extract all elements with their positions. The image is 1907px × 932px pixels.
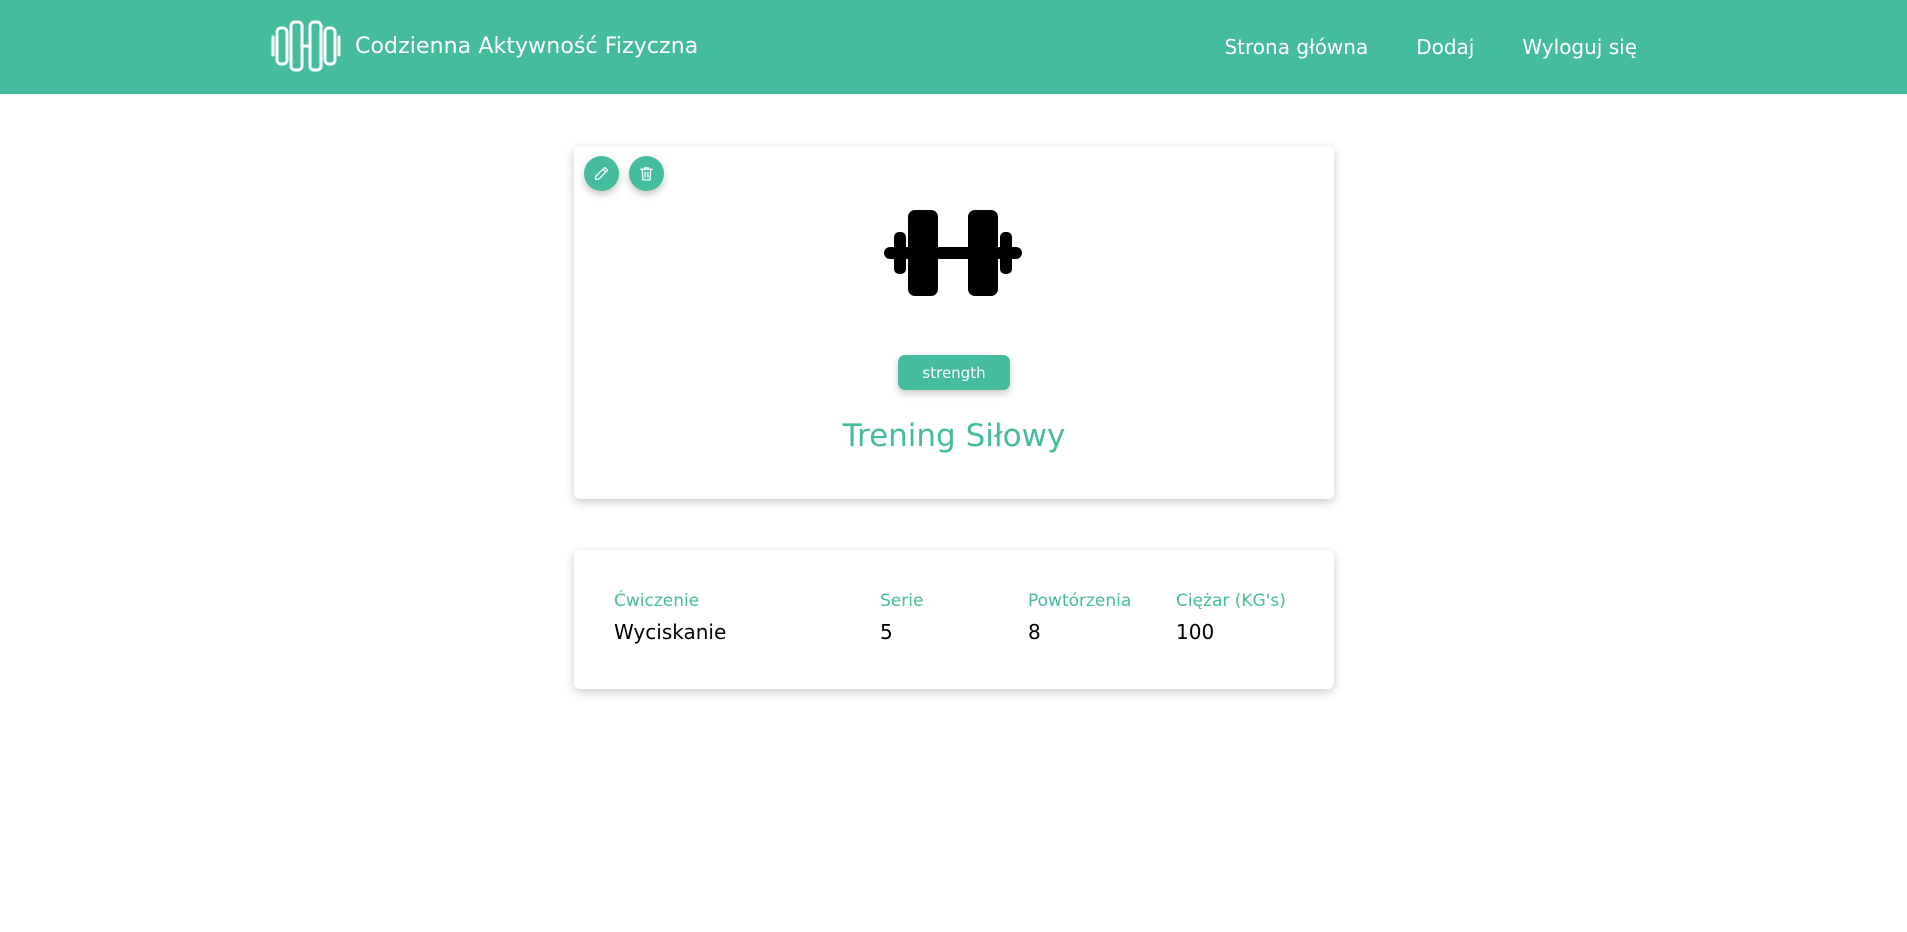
column-weight: Ciężar (KG's) 100: [1176, 590, 1286, 644]
workout-title: Trening Siłowy: [842, 418, 1066, 454]
delete-button[interactable]: [629, 156, 664, 191]
brand-title: Codzienna Aktywność Fizyczna: [355, 33, 699, 59]
category-badge: strength: [898, 355, 1010, 390]
column-header: Powtórzenia: [1028, 591, 1132, 611]
edit-button[interactable]: [584, 156, 619, 191]
dumbbell-outline-icon: [271, 20, 341, 72]
column-header: Ciężar (KG's): [1176, 591, 1286, 611]
dumbbell-icon: [884, 210, 1022, 296]
nav-link-logout[interactable]: Wyloguj się: [1522, 35, 1637, 59]
exercise-table: Ćwiczenie Wyciskanie Serie 5 Powtórzenia…: [574, 550, 1334, 689]
brand[interactable]: Codzienna Aktywność Fizyczna: [271, 20, 698, 72]
trash-icon: [640, 167, 653, 181]
column-exercise: Ćwiczenie Wyciskanie: [614, 590, 726, 644]
weight-value: 100: [1176, 620, 1215, 644]
column-reps: Powtórzenia 8: [1028, 590, 1131, 644]
column-header: Ćwiczenie: [614, 591, 700, 611]
nav-links: Strona główna Dodaj Wyloguj się: [1176, 0, 1637, 94]
workout-card: strength Trening Siłowy: [574, 146, 1334, 499]
exercise-name: Wyciskanie: [614, 620, 727, 644]
reps-value: 8: [1028, 620, 1041, 644]
sets-value: 5: [880, 620, 893, 644]
column-sets: Serie 5: [880, 590, 923, 644]
pencil-icon: [594, 166, 609, 181]
nav-link-home[interactable]: Strona główna: [1224, 35, 1368, 59]
top-navbar: Codzienna Aktywność Fizyczna Strona głów…: [0, 0, 1907, 94]
nav-link-add[interactable]: Dodaj: [1416, 35, 1474, 59]
column-header: Serie: [880, 591, 924, 611]
